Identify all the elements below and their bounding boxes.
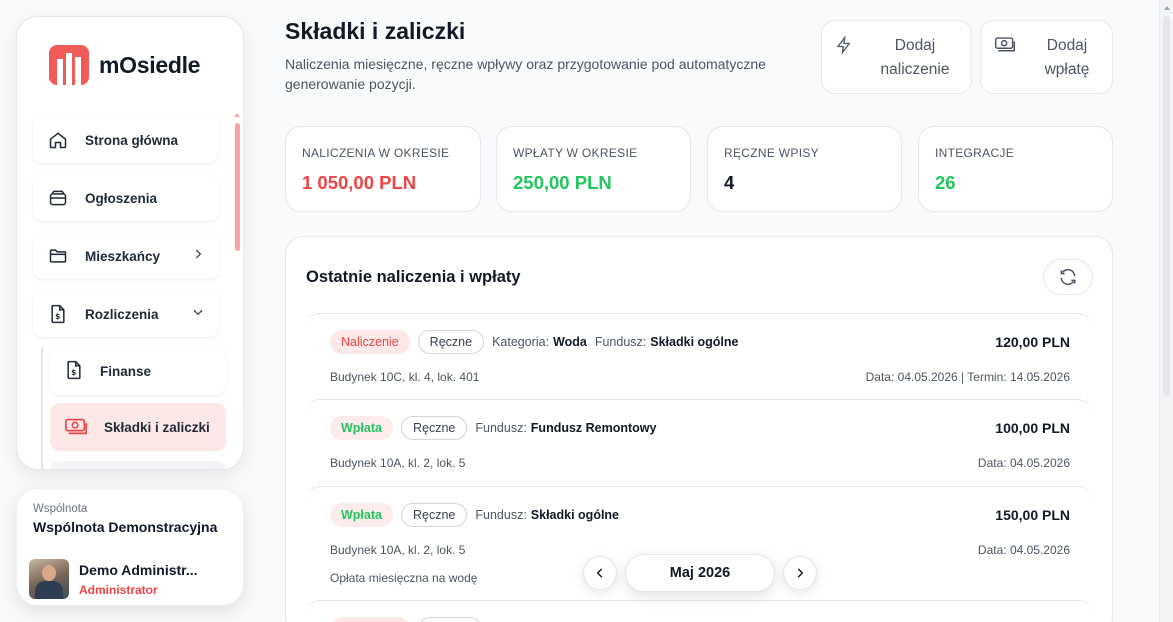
- svg-text:$: $: [71, 368, 76, 377]
- dollar-document-icon: $: [64, 359, 84, 384]
- category-label: Kategoria:: [492, 335, 550, 349]
- sidebar-scrollbar[interactable]: [235, 123, 240, 251]
- type-badge: Naliczenie: [330, 330, 410, 354]
- scroll-up-arrow[interactable]: [1164, 6, 1170, 10]
- fund-label: Fundusz:: [594, 335, 647, 349]
- address: Budynek 10A, kl. 2, lok. 5: [330, 543, 466, 557]
- home-icon: [47, 129, 69, 151]
- panel-title: Ostatnie naliczenia i wpłaty: [306, 268, 521, 286]
- date: Data: 04.05.2026: [977, 543, 1070, 557]
- stat-value: 1 050,00 PLN: [302, 172, 417, 193]
- month-selector[interactable]: Maj 2026: [625, 554, 775, 592]
- source-badge: Ręczne: [400, 416, 468, 440]
- page-subtitle: Naliczenia miesięczne, ręczne wpływy ora…: [285, 56, 766, 92]
- fund-value: Składki ogólne: [650, 335, 739, 349]
- amount: 120,00 PLN: [995, 334, 1070, 350]
- sidebar-subitem-next[interactable]: [50, 461, 226, 469]
- category-value: Woda: [553, 335, 587, 349]
- fund-value: Fundusz Remontowy: [530, 421, 657, 435]
- page-scroll-thumb[interactable]: [1163, 16, 1170, 396]
- stat-card-integrations: INTEGRACJE 26: [918, 126, 1113, 212]
- stat-value: 26: [935, 172, 956, 193]
- fund-label: Fundusz:: [475, 421, 527, 435]
- sidebar-item-label: Rozliczenia: [85, 306, 159, 322]
- svg-text:$: $: [55, 312, 60, 321]
- building-logo-icon: [49, 45, 89, 85]
- stat-label: INTEGRACJE: [935, 146, 1015, 160]
- inbox-icon: [47, 187, 69, 209]
- sidebar-item-residents[interactable]: Mieszkańcy: [33, 233, 219, 279]
- sidebar-item-label: Ogłoszenia: [85, 190, 158, 206]
- avatar[interactable]: [29, 559, 69, 599]
- date: Data: 04.05.2026 | Termin: 14.05.2026: [865, 370, 1070, 384]
- banknote-icon: [994, 35, 1016, 61]
- sidebar-item-label: Mieszkańcy: [85, 248, 161, 264]
- user-role: Administrator: [79, 583, 158, 597]
- community-card[interactable]: Wspólnota Wspólnota Demonstracyjna Demo …: [16, 488, 244, 606]
- sidebar-subitem-finances[interactable]: $ Finanse: [50, 347, 226, 395]
- previous-month-button[interactable]: [583, 556, 617, 590]
- stat-card-charges: NALICZENIA W OKRESIE 1 050,00 PLN: [285, 126, 481, 212]
- submenu-divider: [41, 347, 43, 469]
- community-name: Wspólnota Demonstracyjna: [33, 519, 218, 535]
- refresh-button[interactable]: [1043, 259, 1093, 295]
- note: Opłata miesięczna na wodę: [330, 571, 478, 585]
- source-badge: Ręczne: [417, 330, 485, 354]
- amount: 100,00 PLN: [995, 420, 1070, 436]
- dollar-document-icon: $: [47, 303, 69, 325]
- chevron-right-icon: [797, 568, 804, 578]
- folder-icon: [47, 245, 69, 267]
- brand[interactable]: mOsiedle: [49, 45, 200, 85]
- brand-name: mOsiedle: [99, 51, 201, 78]
- sidebar-item-label: Strona główna: [85, 132, 179, 148]
- page-scrollbar[interactable]: [1159, 0, 1173, 622]
- refresh-icon: [1060, 268, 1076, 286]
- address: Budynek 10C, kl. 4, lok. 401: [330, 370, 480, 384]
- chevron-down-icon: [191, 305, 205, 322]
- address: Budynek 10A, kl. 2, lok. 5: [330, 456, 466, 470]
- sidebar-subitem-label: Finanse: [100, 363, 152, 379]
- type-badge: [330, 617, 410, 622]
- stat-card-manual: RĘCZNE WPISY 4: [707, 126, 902, 212]
- add-payment-label-line1: Dodaj: [1046, 37, 1088, 54]
- source-badge: [418, 617, 482, 622]
- list-item[interactable]: Wpłata Ręczne Fundusz: Fundusz Remontowy…: [306, 399, 1092, 486]
- stat-label: RĘCZNE WPISY: [724, 146, 819, 160]
- chevron-right-icon: [191, 247, 205, 264]
- add-payment-button[interactable]: Dodaj wpłatę: [980, 20, 1113, 94]
- date: Data: 04.05.2026: [977, 456, 1070, 470]
- sidebar-subitem-contributions[interactable]: Składki i zaliczki: [50, 403, 226, 451]
- community-label: Wspólnota: [33, 503, 88, 515]
- fund-label: Fundusz:: [475, 508, 527, 522]
- sidebar-item-announcements[interactable]: Ogłoszenia: [33, 175, 219, 221]
- type-badge: Wpłata: [330, 503, 393, 527]
- sidebar: mOsiedle Strona główna Ogłoszenia Mieszk…: [16, 16, 244, 470]
- banknote-icon: [64, 416, 88, 439]
- next-month-button[interactable]: [783, 556, 817, 590]
- amount: 150,00 PLN: [995, 507, 1070, 523]
- add-charge-label-line1: Dodaj: [894, 37, 936, 54]
- list-item[interactable]: Naliczenie Ręczne Kategoria: Woda Fundus…: [306, 313, 1092, 400]
- page-title: Składki i zaliczki: [285, 18, 466, 44]
- add-charge-button[interactable]: Dodaj naliczenie: [821, 20, 972, 94]
- lightning-icon: [835, 35, 853, 63]
- stat-value: 250,00 PLN: [513, 172, 612, 193]
- list-item[interactable]: [306, 600, 1092, 622]
- chevron-left-icon: [596, 568, 603, 578]
- type-badge: Wpłata: [330, 416, 393, 440]
- stat-card-payments: WPŁATY W OKRESIE 250,00 PLN: [496, 126, 691, 212]
- sidebar-scroll-up-arrow[interactable]: [234, 113, 240, 117]
- stat-label: NALICZENIA W OKRESIE: [302, 146, 450, 160]
- add-payment-label-line2: wpłatę: [1044, 61, 1090, 78]
- source-badge: Ręczne: [400, 503, 468, 527]
- sidebar-item-settlements[interactable]: $ Rozliczenia: [33, 291, 219, 337]
- add-charge-label-line2: naliczenie: [880, 61, 950, 78]
- sidebar-subitem-label: Składki i zaliczki: [104, 419, 210, 435]
- stat-label: WPŁATY W OKRESIE: [513, 146, 638, 160]
- sidebar-item-home[interactable]: Strona główna: [33, 117, 219, 163]
- fund-value: Składki ogólne: [530, 508, 620, 522]
- user-name: Demo Administr...: [79, 562, 198, 578]
- stat-value: 4: [724, 172, 735, 193]
